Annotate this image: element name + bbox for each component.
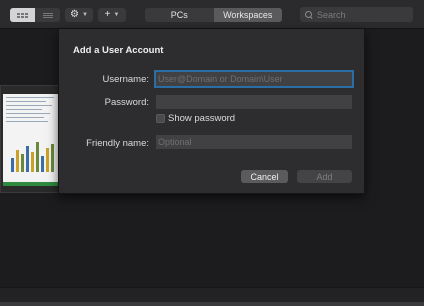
show-password-checkbox[interactable] <box>156 114 165 123</box>
grid-view-icon <box>17 12 28 18</box>
chevron-down-icon: ▼ <box>82 12 88 18</box>
username-field[interactable] <box>156 72 352 86</box>
sheet-tab-bar <box>3 182 59 186</box>
settings-menu-button[interactable]: ⚙ ▼ <box>65 8 93 22</box>
search-box[interactable] <box>300 7 413 22</box>
search-input[interactable] <box>317 9 407 20</box>
pcs-workspaces-tabs: PCs Workspaces <box>145 8 282 22</box>
add-menu-button[interactable]: + ▼ <box>98 8 126 22</box>
grid-view-button[interactable] <box>10 8 35 22</box>
toolbar: ⚙ ▼ + ▼ PCs Workspaces <box>0 0 424 29</box>
password-label: Password: <box>104 97 149 108</box>
friendly-name-field[interactable] <box>156 135 352 149</box>
session-thumbnail[interactable] <box>0 85 60 193</box>
cancel-button[interactable]: Cancel <box>241 170 288 183</box>
tab-workspaces[interactable]: Workspaces <box>213 8 282 22</box>
username-label: Username: <box>102 74 149 85</box>
chevron-down-icon: ▼ <box>113 12 120 18</box>
password-field[interactable] <box>156 95 352 109</box>
friendly-name-label: Friendly name: <box>86 138 149 149</box>
add-button[interactable]: Add <box>297 170 352 183</box>
dialog-title: Add a User Account <box>73 45 164 56</box>
spreadsheet-preview-image <box>3 94 59 182</box>
scroll-strip <box>0 302 424 306</box>
tab-pcs[interactable]: PCs <box>145 8 214 22</box>
list-view-button[interactable] <box>35 8 60 22</box>
search-icon <box>305 10 313 19</box>
gear-icon: ⚙ <box>70 9 79 20</box>
status-bar <box>0 287 424 306</box>
plus-icon: + <box>104 9 111 20</box>
show-password-label: Show password <box>168 113 236 124</box>
list-view-icon <box>42 12 53 18</box>
view-toggle[interactable] <box>10 8 60 22</box>
add-user-account-dialog: Add a User Account Username: Password: S… <box>58 29 365 194</box>
show-password-row[interactable]: Show password <box>156 113 235 124</box>
